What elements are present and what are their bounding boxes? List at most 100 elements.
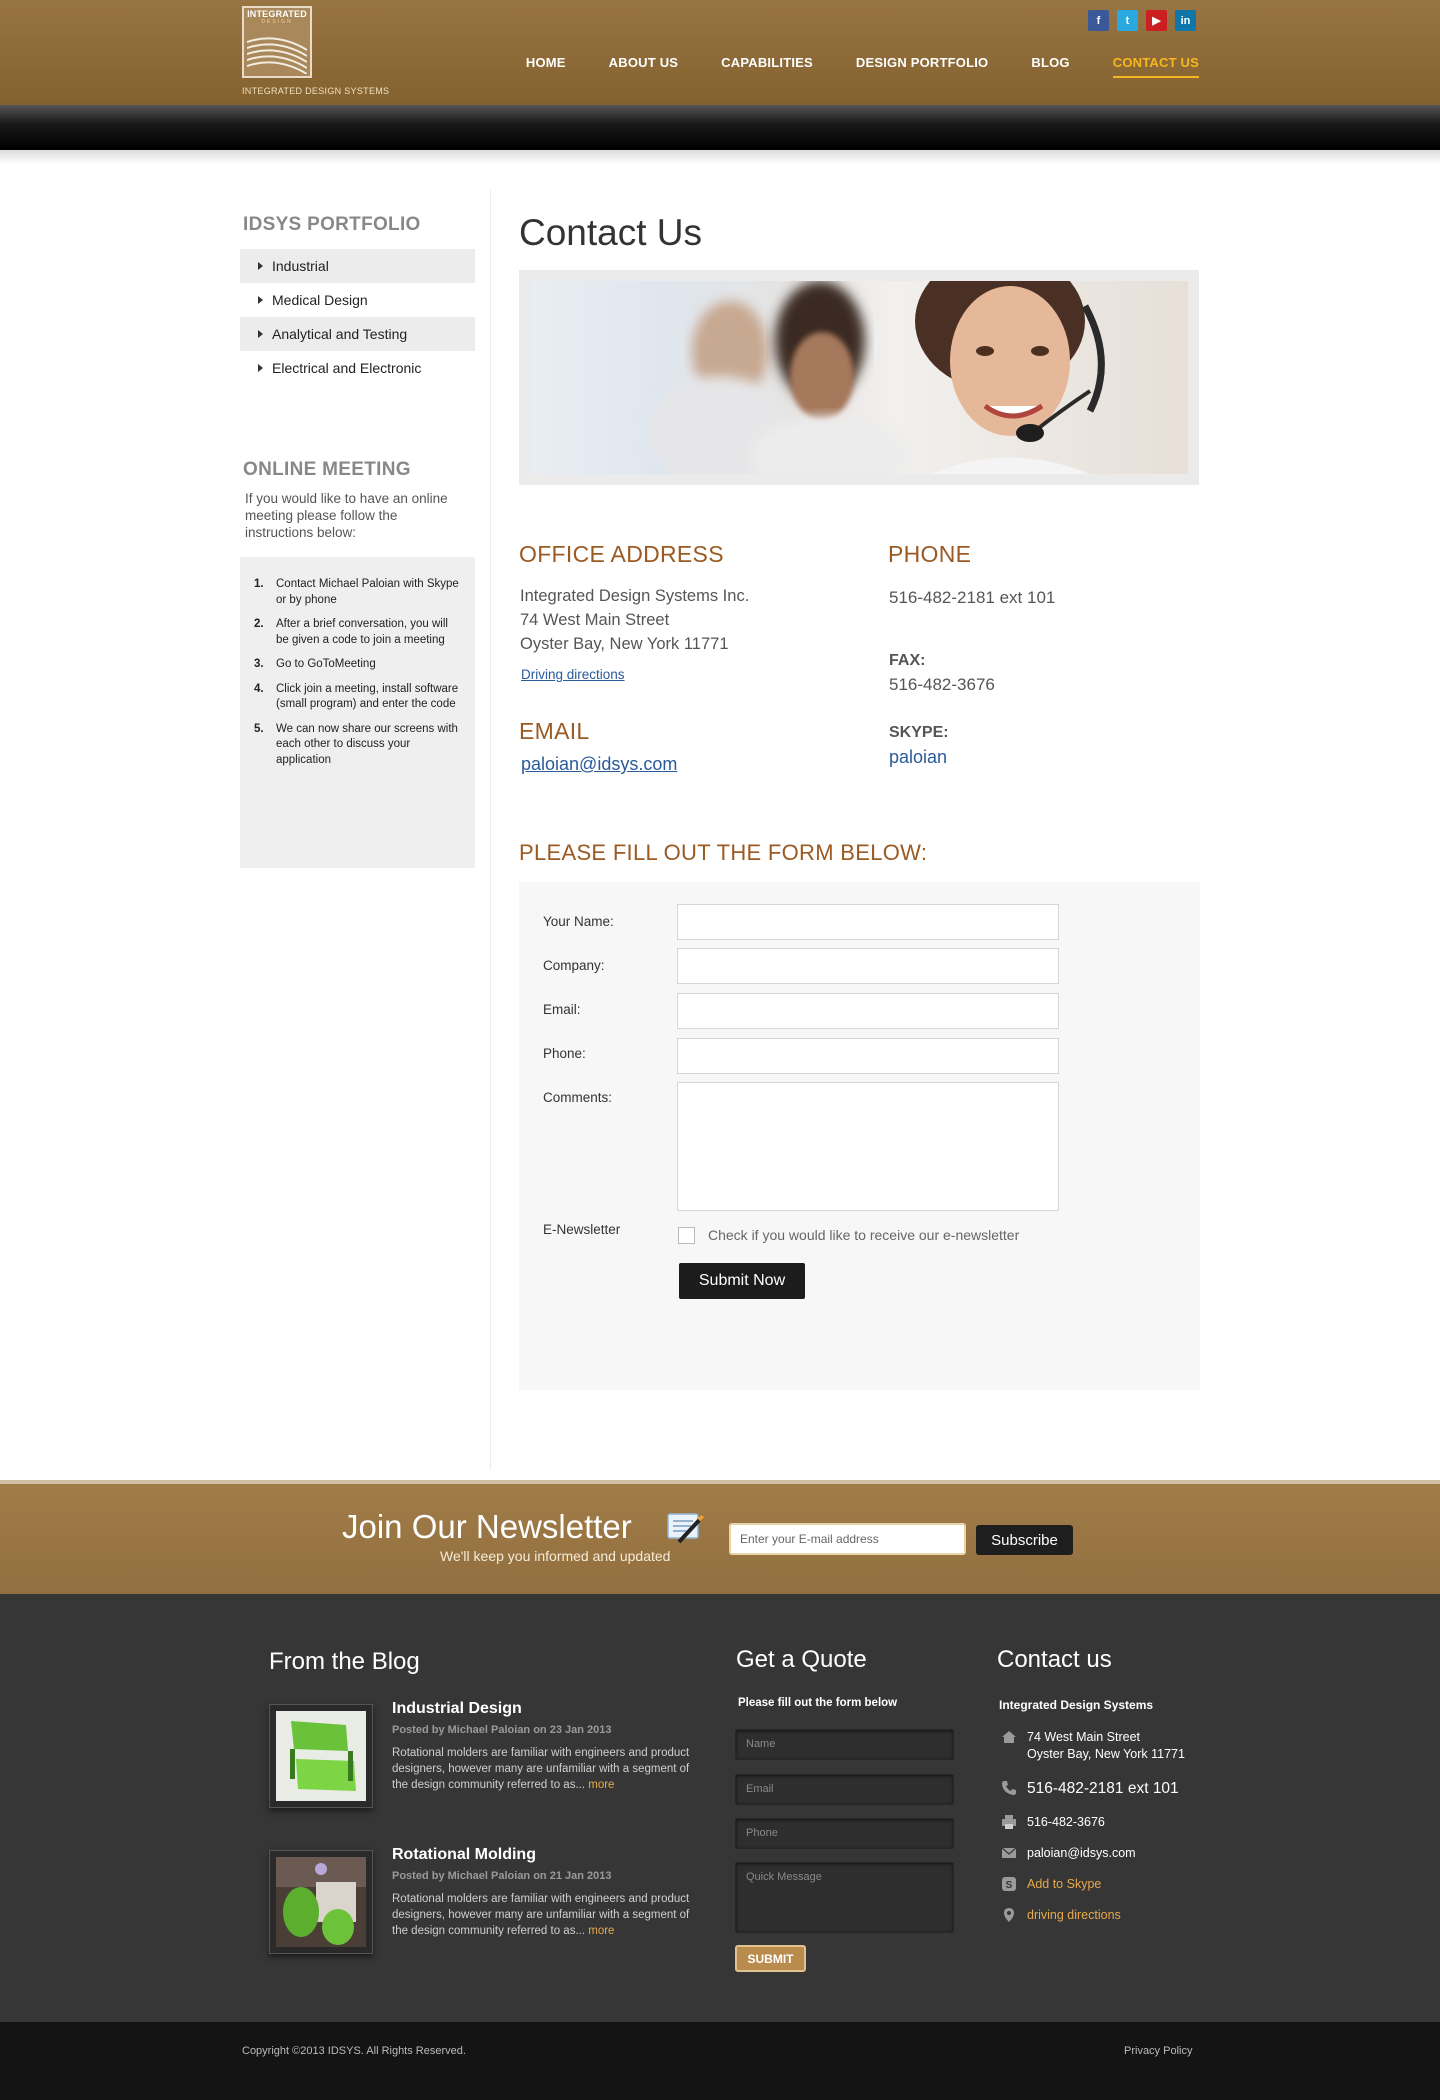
contact-skype-row: S Add to Skype xyxy=(1001,1876,1101,1893)
subscribe-button[interactable]: Subscribe xyxy=(976,1525,1073,1555)
quote-name-input[interactable]: Name xyxy=(735,1729,954,1760)
nav-home[interactable]: HOME xyxy=(526,55,566,78)
skype-link[interactable]: paloian xyxy=(889,747,947,768)
fax-label: FAX: xyxy=(889,652,926,669)
contact-address-row: 74 West Main Street Oyster Bay, New York… xyxy=(1001,1729,1185,1763)
portfolio-list: Industrial Medical Design Analytical and… xyxy=(240,249,475,385)
meeting-step: 2. After a brief conversation, you will b… xyxy=(254,618,448,646)
nav-about-us[interactable]: ABOUT US xyxy=(609,55,679,78)
post-title[interactable]: Industrial Design xyxy=(392,1700,522,1718)
portfolio-item-label: Electrical and Electronic xyxy=(272,360,422,376)
post-meta: Posted by Michael Paloian on 21 Jan 2013 xyxy=(392,1870,612,1882)
portfolio-item-analytical-testing[interactable]: Analytical and Testing xyxy=(240,317,475,351)
site-footer xyxy=(0,1594,1440,2022)
address-line: Integrated Design Systems Inc. xyxy=(520,587,750,605)
address-line: Oyster Bay, New York 11771 xyxy=(520,635,729,653)
portfolio-item-industrial[interactable]: Industrial xyxy=(240,249,475,283)
quote-message-input[interactable]: Quick Message xyxy=(735,1862,954,1933)
nav-contact-us[interactable]: CONTACT US xyxy=(1112,55,1199,78)
driving-directions-link[interactable]: Driving directions xyxy=(521,667,625,682)
quote-subtitle: Please fill out the form below xyxy=(738,1697,898,1709)
newsletter-email-input[interactable]: Enter your E-mail address xyxy=(729,1523,966,1555)
contact-company: Integrated Design Systems xyxy=(999,1698,1154,1712)
map-pin-icon xyxy=(1004,1908,1014,1922)
logo[interactable]: INTEGRATED DESIGN xyxy=(242,6,312,78)
portfolio-title: IDSYS PORTFOLIO xyxy=(243,214,421,235)
nav-capabilities[interactable]: CAPABILITIES xyxy=(721,55,813,78)
portfolio-item-medical-design[interactable]: Medical Design xyxy=(240,283,475,317)
hero-image xyxy=(530,281,1188,474)
online-meeting-title: ONLINE MEETING xyxy=(243,459,411,480)
contact-email[interactable]: paloian@idsys.com xyxy=(1027,1845,1136,1862)
printer-icon xyxy=(1002,1815,1016,1829)
more-link[interactable]: more xyxy=(588,1779,614,1791)
portfolio-item-electrical-electronic[interactable]: Electrical and Electronic xyxy=(240,351,475,385)
contact-fax-row: 516-482-3676 xyxy=(1001,1814,1105,1831)
social-links: f t ▶ in xyxy=(1088,10,1196,31)
svg-text:S: S xyxy=(1006,1880,1013,1891)
hero-image-frame xyxy=(519,270,1199,485)
quote-heading: Get a Quote xyxy=(736,1646,867,1673)
site-header: INTEGRATED DESIGN INTEGRATED DESIGN SYST… xyxy=(0,0,1440,105)
contact-phone-row: 516-482-2181 ext 101 xyxy=(1001,1780,1179,1797)
fax-value: 516-482-3676 xyxy=(889,675,995,694)
newsletter-check-label: Check if you would like to receive our e… xyxy=(708,1227,1020,1243)
nav-design-portfolio[interactable]: DESIGN PORTFOLIO xyxy=(856,55,988,78)
bottom-bar xyxy=(0,2022,1440,2100)
contact-address: 74 West Main Street Oyster Bay, New York… xyxy=(1027,1730,1185,1761)
column-divider xyxy=(490,190,491,1470)
nav-blog[interactable]: BLOG xyxy=(1031,55,1069,78)
youtube-icon[interactable]: ▶ xyxy=(1146,10,1167,31)
header-shadow xyxy=(0,150,1440,164)
post-thumbnail[interactable] xyxy=(269,1850,373,1954)
header-dark-band xyxy=(0,105,1440,150)
logo-caption: INTEGRATED DESIGN SYSTEMS xyxy=(242,86,390,96)
post-thumbnail[interactable] xyxy=(269,1704,373,1808)
newsletter-label: E-Newsletter xyxy=(543,1222,621,1237)
main-nav: HOME ABOUT US CAPABILITIES DESIGN PORTFO… xyxy=(526,55,1199,78)
newsletter-pen-icon xyxy=(667,1513,705,1544)
meeting-step: 4. Click join a meeting, install software… xyxy=(254,682,459,711)
facebook-icon[interactable]: f xyxy=(1088,10,1109,31)
submit-button[interactable]: Submit Now xyxy=(679,1263,805,1299)
caret-right-icon xyxy=(258,296,263,304)
linkedin-icon[interactable]: in xyxy=(1175,10,1196,31)
quote-phone-input[interactable]: Phone xyxy=(735,1818,954,1849)
company-label: Company: xyxy=(543,958,605,973)
quote-email-input[interactable]: Email xyxy=(735,1774,954,1805)
comments-field[interactable] xyxy=(677,1082,1059,1211)
more-link[interactable]: more xyxy=(588,1925,614,1937)
name-field[interactable] xyxy=(677,904,1059,940)
skype-label: SKYPE: xyxy=(889,724,949,741)
meeting-step: 3. Go to GoToMeeting xyxy=(254,658,376,670)
contact-heading: Contact us xyxy=(997,1646,1112,1673)
logo-word-secondary: DESIGN xyxy=(261,19,293,25)
twitter-icon[interactable]: t xyxy=(1117,10,1138,31)
office-address: Integrated Design Systems Inc. 74 West M… xyxy=(520,584,749,656)
add-to-skype-link[interactable]: Add to Skype xyxy=(1027,1876,1101,1893)
form-heading: PLEASE FILL OUT THE FORM BELOW: xyxy=(519,840,928,865)
post-meta: Posted by Michael Paloian on 23 Jan 2013 xyxy=(392,1724,612,1736)
comments-label: Comments: xyxy=(543,1090,613,1105)
caret-right-icon xyxy=(258,364,263,372)
contact-phone: 516-482-2181 ext 101 xyxy=(1027,1780,1179,1797)
driving-directions-footer-link[interactable]: driving directions xyxy=(1027,1907,1121,1924)
caret-right-icon xyxy=(258,262,263,270)
newsletter-band xyxy=(0,1484,1440,1594)
home-icon xyxy=(1002,1731,1016,1743)
privacy-policy-link[interactable]: Privacy Policy xyxy=(1124,2045,1192,2057)
name-label: Your Name: xyxy=(543,914,614,929)
support-agents-illustration xyxy=(650,281,1105,474)
phone-value: 516-482-2181 ext 101 xyxy=(889,588,1056,607)
email-field[interactable] xyxy=(677,993,1059,1029)
post-title[interactable]: Rotational Molding xyxy=(392,1846,536,1864)
company-field[interactable] xyxy=(677,948,1059,984)
phone-field[interactable] xyxy=(677,1038,1059,1074)
post-excerpt: Rotational molders are familiar with eng… xyxy=(392,1747,690,1791)
newsletter-checkbox[interactable] xyxy=(678,1227,695,1244)
skype-icon: S xyxy=(1002,1877,1016,1891)
contact-fax: 516-482-3676 xyxy=(1027,1815,1105,1829)
email-link[interactable]: paloian@idsys.com xyxy=(521,754,677,775)
page-title: Contact Us xyxy=(519,212,703,253)
quote-submit-button[interactable]: SUBMIT xyxy=(735,1945,806,1972)
